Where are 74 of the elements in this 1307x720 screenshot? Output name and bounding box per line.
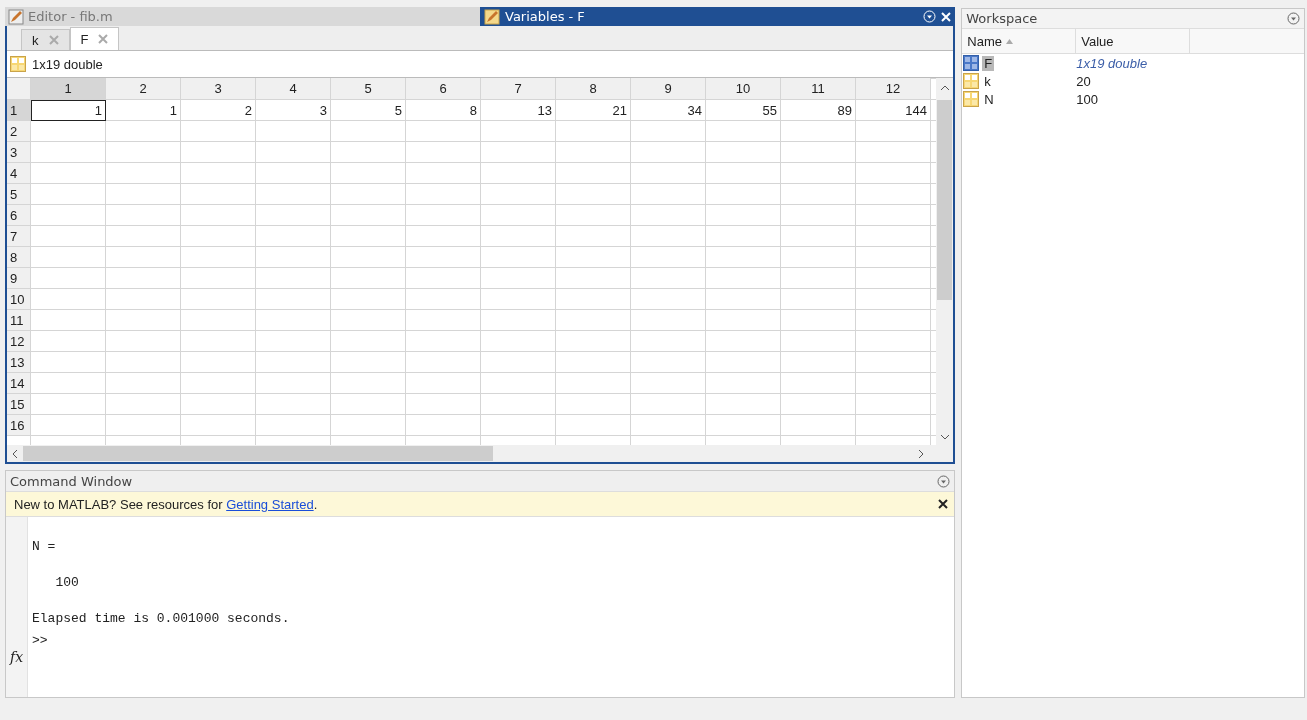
variable-value: 100 bbox=[1076, 91, 1098, 107]
variable-name[interactable]: F bbox=[982, 55, 995, 71]
table-cell[interactable]: 21 bbox=[556, 100, 631, 121]
workspace-title: Workspace bbox=[966, 11, 1038, 26]
dropdown-icon[interactable] bbox=[937, 474, 951, 488]
function-browser-button[interactable]: fx bbox=[9, 649, 24, 665]
variable-value: 1x19 double bbox=[1076, 55, 1148, 71]
variable-name[interactable]: N bbox=[982, 91, 996, 107]
table-cell[interactable]: 5 bbox=[331, 100, 406, 121]
scroll-up-icon[interactable] bbox=[939, 84, 950, 92]
vertical-scrollbar[interactable] bbox=[936, 78, 954, 445]
close-icon[interactable] bbox=[938, 499, 949, 509]
row-header[interactable]: 5 bbox=[7, 184, 31, 205]
row-header[interactable]: 13 bbox=[7, 352, 31, 373]
row-header[interactable]: 12 bbox=[7, 331, 31, 352]
row-header[interactable]: 4 bbox=[7, 163, 31, 184]
editor-title: Editor - fib.m bbox=[28, 9, 113, 24]
output-line: 100 bbox=[54, 575, 80, 590]
table-cell[interactable]: 55 bbox=[706, 100, 781, 121]
variable-tab[interactable]: F bbox=[69, 27, 120, 50]
row-header[interactable]: 10 bbox=[7, 289, 31, 310]
scroll-left-icon[interactable] bbox=[11, 448, 19, 459]
row-header[interactable]: 9 bbox=[7, 268, 31, 289]
table-cell[interactable]: 2 bbox=[181, 100, 256, 121]
column-header[interactable]: 8 bbox=[556, 78, 631, 100]
row-header[interactable]: 11 bbox=[7, 310, 31, 331]
getting-started-link[interactable]: Getting Started bbox=[226, 496, 314, 512]
variable-value: 20 bbox=[1076, 73, 1091, 89]
output-line: N = bbox=[32, 539, 57, 554]
column-header[interactable]: 6 bbox=[406, 78, 481, 100]
column-header[interactable]: 11 bbox=[781, 78, 856, 100]
variables-title: Variables - F bbox=[505, 9, 585, 24]
row-header[interactable]: 16 bbox=[7, 415, 31, 436]
row-header[interactable]: 14 bbox=[7, 373, 31, 394]
column-header[interactable]: 3 bbox=[181, 78, 256, 100]
table-cell[interactable]: 1 bbox=[106, 100, 181, 121]
column-header[interactable]: 7 bbox=[481, 78, 556, 100]
variable-size: 1x19 double bbox=[32, 56, 103, 72]
table-cell[interactable]: 13 bbox=[481, 100, 556, 121]
output-line: Elapsed time is 0.001000 seconds. bbox=[32, 611, 290, 626]
row-header[interactable]: 6 bbox=[7, 205, 31, 226]
table-cell[interactable]: 144 bbox=[856, 100, 931, 121]
table-cell[interactable]: 1 bbox=[31, 100, 106, 121]
table-cell[interactable]: 8 bbox=[406, 100, 481, 121]
name-column-header[interactable]: Name bbox=[962, 29, 1077, 54]
horizontal-scrollbar[interactable] bbox=[7, 445, 954, 462]
row-header[interactable]: 2 bbox=[7, 121, 31, 142]
command-prompt[interactable]: >> bbox=[32, 633, 290, 648]
column-header[interactable]: 10 bbox=[706, 78, 781, 100]
row-header[interactable]: 7 bbox=[7, 226, 31, 247]
column-header[interactable]: 4 bbox=[256, 78, 331, 100]
value-column-header[interactable]: Value bbox=[1076, 29, 1191, 54]
matrix-icon bbox=[963, 55, 980, 71]
column-header[interactable]: 12 bbox=[856, 78, 931, 100]
variable-tab[interactable]: k bbox=[21, 29, 70, 50]
column-header[interactable]: 1 bbox=[31, 78, 106, 100]
command-window-title: Command Window bbox=[10, 473, 133, 489]
table-cell[interactable]: 89 bbox=[781, 100, 856, 121]
variable-icon bbox=[10, 56, 26, 72]
column-header[interactable]: 2 bbox=[106, 78, 181, 100]
scroll-down-icon[interactable] bbox=[939, 433, 950, 441]
row-header[interactable]: 8 bbox=[7, 247, 31, 268]
scroll-right-icon[interactable] bbox=[917, 448, 926, 459]
notice-text: New to MATLAB? See resources for Getting Started. bbox=[14, 496, 318, 512]
row-header[interactable]: 15 bbox=[7, 394, 31, 415]
row-header[interactable]: 1 bbox=[7, 100, 31, 121]
variables-icon bbox=[484, 8, 500, 25]
column-header[interactable]: 5 bbox=[331, 78, 406, 100]
dropdown-icon[interactable] bbox=[1287, 12, 1300, 25]
column-header[interactable]: 9 bbox=[631, 78, 706, 100]
row-header[interactable]: 3 bbox=[7, 142, 31, 163]
table-cell[interactable]: 34 bbox=[631, 100, 706, 121]
table-cell[interactable]: 3 bbox=[256, 100, 331, 121]
variable-name[interactable]: k bbox=[982, 73, 993, 89]
